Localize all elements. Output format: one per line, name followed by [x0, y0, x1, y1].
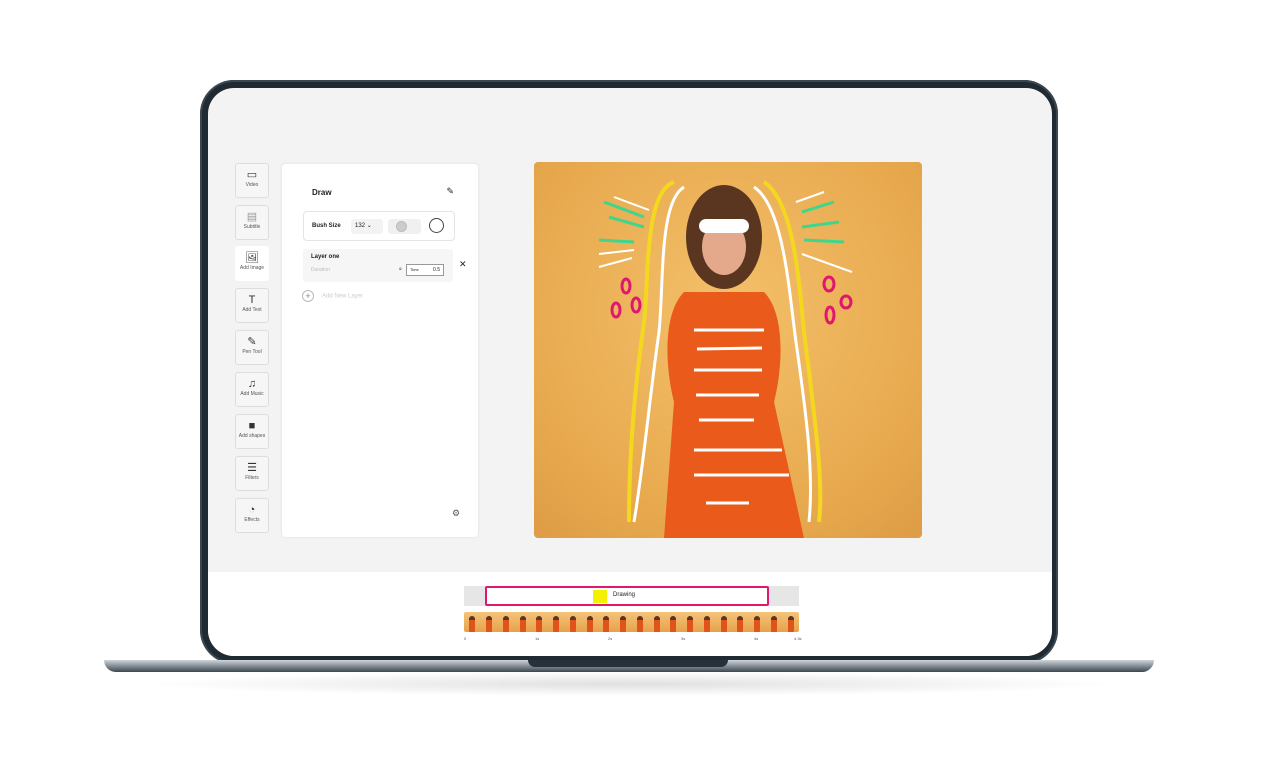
- drawing-illustration: [598, 180, 853, 538]
- tick-label: 4s: [754, 636, 759, 641]
- sidebar-item-video[interactable]: ▭ Video: [235, 163, 269, 198]
- video-icon: ▭: [246, 169, 258, 181]
- layer-item[interactable]: Layer one Duration 🔒︎ Time 0.5: [303, 249, 453, 282]
- layer-name: Layer one: [311, 254, 340, 260]
- close-icon[interactable]: ✕: [459, 259, 467, 270]
- brush-size-select[interactable]: 132 ⌄: [351, 219, 383, 234]
- brush-size-label: Bush Size: [312, 223, 341, 229]
- image-icon: 🖼: [245, 252, 259, 264]
- add-layer-button[interactable]: + Add New Layer: [302, 290, 363, 302]
- duration-label: Duration: [311, 267, 330, 273]
- brush-preview-circle[interactable]: [429, 218, 444, 233]
- text-icon: T: [248, 294, 256, 306]
- brush-color-swatch[interactable]: [388, 219, 421, 234]
- effects-icon: ◔: [248, 504, 256, 516]
- laptop-shadow: [140, 672, 1120, 696]
- timeline-track[interactable]: Drawing: [464, 586, 799, 606]
- panel-title: Draw: [312, 188, 332, 197]
- tick-label: 0: [464, 636, 467, 641]
- subtitle-icon: ▤: [246, 211, 258, 223]
- canvas-image[interactable]: [534, 162, 922, 538]
- sidebar-item-filters[interactable]: ☰ Filters: [235, 456, 269, 491]
- sidebar-item-subtitle[interactable]: ▤ Subtitle: [235, 205, 269, 240]
- tick-label: 4.3s: [794, 636, 802, 641]
- tick-label: 1s: [535, 636, 540, 641]
- shapes-icon: ■: [248, 420, 256, 432]
- draw-panel: Draw ✎ Bush Size 132 ⌄ Layer one Duratio…: [282, 164, 478, 537]
- laptop-base: [104, 660, 1154, 672]
- lock-icon[interactable]: 🔒︎: [399, 266, 402, 272]
- sidebar-item-add-shapes[interactable]: ■ Add shapes: [235, 414, 269, 449]
- clip-label: Drawing: [613, 592, 636, 598]
- laptop-notch: [528, 660, 728, 667]
- pen-icon: ✎: [247, 336, 257, 348]
- clip-color-swatch: [593, 590, 607, 603]
- edit-pencil-icon[interactable]: ✎: [446, 186, 454, 197]
- time-input[interactable]: Time 0.5: [406, 264, 444, 276]
- video-filmstrip[interactable]: [464, 612, 799, 632]
- sidebar-item-effects[interactable]: ◔ Effects: [235, 498, 269, 533]
- sidebar-item-pen-tool[interactable]: ✎ Pen Tool: [235, 330, 269, 365]
- sidebar-item-add-image[interactable]: 🖼 Add Image: [235, 246, 269, 281]
- tick-label: 2s: [608, 636, 613, 641]
- sidebar-item-add-music[interactable]: ♫ Add Music: [235, 372, 269, 407]
- app-screen: ▭ Video ▤ Subtitle 🖼 Add Image T Add Text ✎ P…: [208, 88, 1052, 656]
- brush-size-row: Bush Size 132 ⌄: [303, 211, 455, 241]
- sidebar-item-add-text[interactable]: T Add Text: [235, 288, 269, 323]
- gear-icon[interactable]: ⚙: [452, 508, 460, 519]
- filters-icon: ☰: [247, 462, 257, 474]
- drawing-clip[interactable]: Drawing: [485, 586, 769, 606]
- chevron-down-icon: ⌄: [366, 223, 372, 229]
- tick-label: 3s: [681, 636, 686, 641]
- plus-icon: +: [302, 290, 314, 302]
- music-icon: ♫: [247, 378, 257, 390]
